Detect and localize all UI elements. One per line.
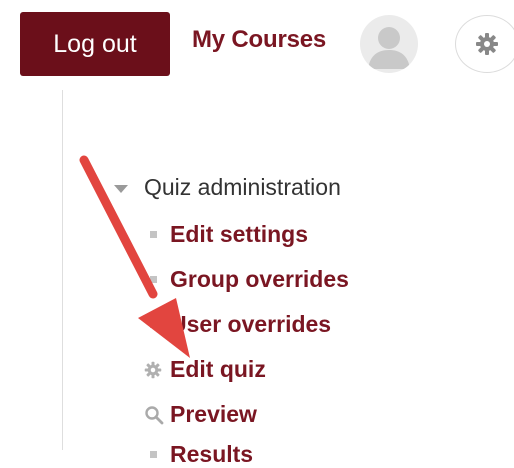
edit-quiz-link[interactable]: Edit quiz — [140, 356, 266, 383]
bullet-icon — [144, 451, 170, 458]
bullet-icon — [144, 231, 170, 238]
quiz-administration-label: Quiz administration — [144, 174, 341, 200]
my-courses-link[interactable]: My Courses — [192, 26, 326, 54]
preview-link[interactable]: Preview — [140, 401, 257, 428]
edit-settings-label: Edit settings — [170, 221, 309, 247]
settings-button[interactable] — [455, 15, 514, 73]
search-icon — [144, 405, 170, 425]
bullet-icon — [144, 321, 170, 328]
edit-settings-link[interactable]: Edit settings — [140, 221, 308, 248]
caret-down-icon — [114, 184, 128, 193]
preview-label: Preview — [170, 401, 257, 427]
user-avatar[interactable] — [360, 15, 418, 73]
results-label: Results — [170, 441, 254, 467]
user-overrides-link[interactable]: User overrides — [140, 311, 331, 338]
user-icon — [368, 27, 410, 69]
edit-quiz-label: Edit quiz — [170, 356, 266, 382]
drawer-divider — [62, 90, 63, 450]
user-overrides-label: User overrides — [170, 311, 332, 337]
top-navbar: Log out My Courses — [0, 0, 514, 90]
bullet-icon — [144, 276, 170, 283]
gear-icon — [144, 361, 170, 379]
quiz-administration-toggle[interactable]: Quiz administration — [114, 174, 341, 201]
group-overrides-link[interactable]: Group overrides — [140, 266, 349, 293]
group-overrides-label: Group overrides — [170, 266, 349, 292]
log-out-button[interactable]: Log out — [20, 12, 170, 76]
gear-icon — [476, 33, 498, 55]
results-link[interactable]: Results — [140, 441, 253, 468]
